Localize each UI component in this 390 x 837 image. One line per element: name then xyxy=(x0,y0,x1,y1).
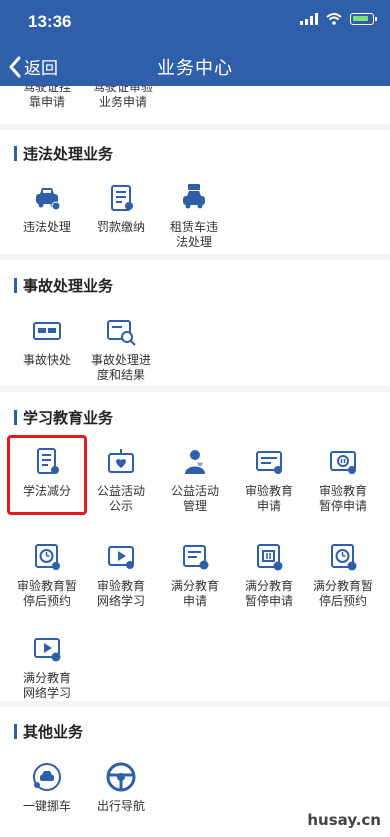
item-label-line1: 审验教育 xyxy=(96,579,145,593)
item-label-line1: 满分教育暂 xyxy=(312,579,373,593)
item-label-line2: 网络学习 xyxy=(96,594,145,608)
item-label-line2: 停后预约 xyxy=(22,594,71,608)
score-video-icon xyxy=(34,638,61,662)
divider xyxy=(0,701,390,707)
grid-item-full-score-pause[interactable]: 满分教育 暂停申请 xyxy=(232,541,306,609)
volunteer-icon xyxy=(185,450,205,474)
item-label-line2: 暂停申请 xyxy=(244,594,293,608)
item-label-line2: 公示 xyxy=(108,499,133,513)
highlight-box xyxy=(7,435,87,515)
grid-item-full-score-online[interactable]: 满分教育 网络学习 xyxy=(10,633,84,701)
item-label-line1: 事故处理进 xyxy=(90,353,151,367)
grid-item-charity-manage[interactable]: 公益活动 管理 xyxy=(158,446,232,514)
grid-item-full-score-booking[interactable]: 满分教育暂 停后预约 xyxy=(306,541,380,609)
item-label: 一键挪车 xyxy=(22,799,71,813)
section-accent-bar xyxy=(14,146,17,161)
score-doc-icon xyxy=(183,545,209,570)
item-label-line1: 满分教育 xyxy=(170,579,219,593)
item-label-line1: 审验教育 xyxy=(318,484,367,498)
grid-item-review-edu-pause[interactable]: 审验教育 暂停申请 xyxy=(306,446,380,514)
item-label-line1: 驾驶证挂 xyxy=(22,86,71,94)
item-label-line1: 审验教育 xyxy=(244,484,293,498)
item-label-line1: 公益活动 xyxy=(96,484,145,498)
heart-board-icon xyxy=(108,449,134,473)
section-title-text: 违法处理业务 xyxy=(23,145,114,163)
progress-search-icon xyxy=(107,320,136,346)
car-icon xyxy=(36,188,61,211)
grid-item-charity-publicity[interactable]: 公益活动 公示 xyxy=(84,446,158,514)
item-label-line1: 租赁车违 xyxy=(169,220,218,234)
item-label-line2: 停后预约 xyxy=(318,594,367,608)
item-label: 罚款缴纳 xyxy=(96,220,145,234)
section-accent-bar xyxy=(14,410,17,425)
grid-item-license-review[interactable]: 驾驶证审验 业务申请 xyxy=(86,86,160,110)
score-clock-icon xyxy=(331,544,357,571)
status-icons xyxy=(300,13,377,25)
grid-item-rental-violation[interactable]: 租赁车违 法处理 xyxy=(157,182,231,250)
partial-top-row: 驾驶证挂 靠申请 驾驶证审验 业务申请 xyxy=(0,86,390,122)
section-accent-bar xyxy=(14,724,17,739)
watermark: husay.cn xyxy=(304,811,384,829)
item-label-line2: 法处理 xyxy=(175,235,212,249)
app-header: 13:36 返回 业务中心 xyxy=(0,0,390,86)
divider xyxy=(0,386,390,392)
item-label-line2: 靠申请 xyxy=(28,95,65,109)
clock-doc-icon xyxy=(35,544,60,570)
item-label-line2: 申请 xyxy=(182,594,207,608)
section-title-other: 其他业务 xyxy=(14,721,83,742)
receipt-icon xyxy=(111,185,133,211)
grid-item-accident-quick[interactable]: 事故快处 xyxy=(10,315,84,368)
section-title-text: 事故处理业务 xyxy=(23,277,114,295)
pause-doc-icon xyxy=(330,451,356,474)
item-label-line2: 业务申请 xyxy=(98,95,147,109)
grid-item-full-score-apply[interactable]: 满分教育 申请 xyxy=(158,541,232,609)
grid-item-license-attach[interactable]: 驾驶证挂 靠申请 xyxy=(10,86,84,110)
item-label-line2: 暂停申请 xyxy=(318,499,367,513)
monitor-doc-icon xyxy=(256,451,282,474)
item-label: 事故快处 xyxy=(22,353,71,367)
item-label-line2: 管理 xyxy=(182,499,207,513)
signal-icon xyxy=(300,13,318,25)
grid-item-review-edu-booking[interactable]: 审验教育暂 停后预约 xyxy=(10,541,84,609)
item-label-line1: 公益活动 xyxy=(170,484,219,498)
item-label: 出行导航 xyxy=(96,799,145,813)
status-time: 13:36 xyxy=(28,12,72,31)
item-label: 违法处理 xyxy=(22,220,71,234)
accident-icon xyxy=(33,322,61,340)
item-label-line1: 满分教育 xyxy=(22,671,71,685)
grid-item-accident-progress[interactable]: 事故处理进 度和结果 xyxy=(84,315,158,383)
navbar: 返回 业务中心 xyxy=(0,46,390,86)
grid-item-violation-handle[interactable]: 违法处理 xyxy=(10,182,84,235)
item-label-line2: 度和结果 xyxy=(96,368,145,382)
steering-wheel-icon xyxy=(106,762,136,792)
move-car-icon xyxy=(33,763,61,791)
status-bar: 13:36 xyxy=(0,0,390,42)
score-pause-icon xyxy=(257,544,283,571)
grid-item-move-car[interactable]: 一键挪车 xyxy=(10,761,84,814)
grid-item-fine-payment[interactable]: 罚款缴纳 xyxy=(84,182,158,235)
section-title-violation: 违法处理业务 xyxy=(14,143,113,164)
section-title-text: 其他业务 xyxy=(23,723,84,741)
battery-icon xyxy=(350,13,377,25)
grid-item-navigation[interactable]: 出行导航 xyxy=(84,761,158,814)
section-title-accident: 事故处理业务 xyxy=(14,275,113,296)
rental-car-icon xyxy=(183,184,205,209)
section-title-education: 学习教育业务 xyxy=(14,407,113,428)
page-title: 业务中心 xyxy=(157,58,233,79)
grid-item-review-edu-online[interactable]: 审验教育 网络学习 xyxy=(84,541,158,609)
divider xyxy=(0,254,390,260)
grid-item-review-edu-apply[interactable]: 审验教育 申请 xyxy=(232,446,306,514)
item-label-line1: 审验教育暂 xyxy=(16,579,77,593)
wifi-icon xyxy=(326,13,342,25)
section-accent-bar xyxy=(14,278,17,293)
video-icon xyxy=(108,546,134,569)
item-label-line1: 驾驶证审验 xyxy=(92,86,153,94)
section-title-text: 学习教育业务 xyxy=(23,409,114,427)
divider xyxy=(0,124,390,130)
item-label-line1: 满分教育 xyxy=(244,579,293,593)
item-label-line2: 网络学习 xyxy=(22,686,71,700)
item-label-line2: 申请 xyxy=(256,499,281,513)
content: 驾驶证挂 靠申请 驾驶证审验 业务申请 违法处理业务 违法处理 罚款缴纳 租赁车… xyxy=(0,86,390,837)
